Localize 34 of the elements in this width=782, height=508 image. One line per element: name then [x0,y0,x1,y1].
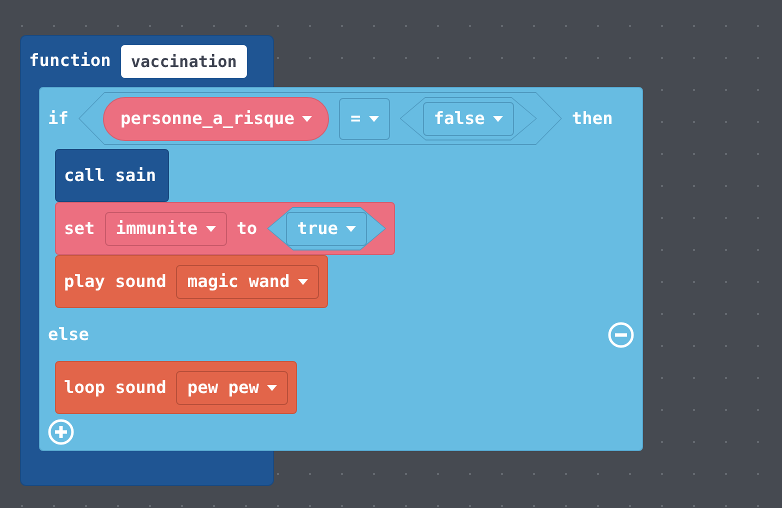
boolean-block[interactable]: false [400,96,537,140]
function-name-field[interactable]: vaccination [120,44,247,78]
value-dropdown[interactable]: false [422,102,514,136]
caret-icon [492,116,503,122]
caret-icon [298,278,308,284]
caret-icon [302,116,312,122]
function-keyword: function [29,51,111,71]
call-block[interactable]: call sain [55,149,169,202]
then-keyword: then [572,108,613,128]
if-keyword: if [48,108,68,128]
minus-circle-icon[interactable] [608,322,634,348]
caret-icon [368,116,379,122]
operator-dropdown[interactable]: = [339,98,390,140]
boolean-block[interactable]: true [267,206,386,250]
sound-dropdown[interactable]: pew pew [176,370,288,404]
caret-icon [206,226,216,232]
comparison-block[interactable]: personne_a_risque = false [78,92,562,145]
sound-block[interactable]: loop sound pew pew [55,361,298,414]
block-label: call sain [64,166,156,186]
sound-block[interactable]: play sound magic wand [55,255,328,308]
block-label: set [64,218,95,238]
if-else-block[interactable]: if personne_a_risque = false then call sain set immunite to true play sound magic wand else loop sound pew pew [39,87,643,451]
else-keyword: else [48,324,89,344]
block-label: loop sound [64,378,166,398]
value-dropdown[interactable]: true [286,212,368,246]
caret-icon [346,226,356,232]
block-label: to [236,218,258,238]
caret-icon [267,384,278,390]
variable-dropdown[interactable]: personne_a_risque [103,96,330,140]
variable-dropdown[interactable]: immunite [104,212,227,246]
set-block[interactable]: set immunite to true [55,202,396,255]
block-label: play sound [64,272,166,292]
plus-circle-icon[interactable] [48,419,74,445]
sound-dropdown[interactable]: magic wand [176,264,319,298]
